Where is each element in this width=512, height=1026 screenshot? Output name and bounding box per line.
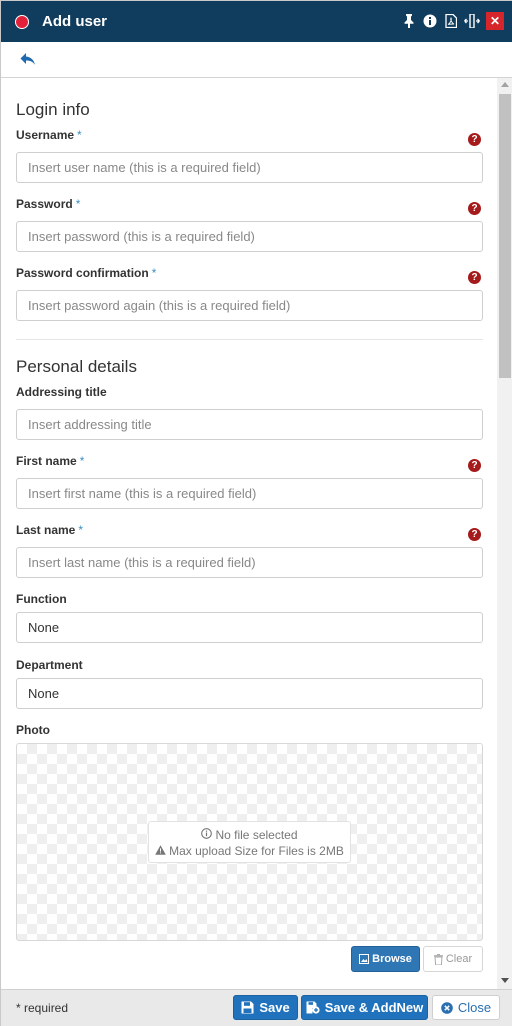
password-confirmation-label: Password confirmation * xyxy=(16,266,156,280)
username-label: Username * xyxy=(16,128,82,142)
dialog-title: Add user xyxy=(42,13,108,30)
save-button[interactable]: Save xyxy=(233,995,298,1020)
department-select[interactable]: None xyxy=(16,678,483,709)
question-circle-icon[interactable]: ? xyxy=(468,202,481,215)
required-star: * xyxy=(75,197,81,211)
add-user-dialog: Add user ✕ Login info Username* ? Passwo… xyxy=(0,0,512,1026)
scroll-down-arrow-icon[interactable] xyxy=(501,978,509,983)
password-input[interactable] xyxy=(16,221,483,252)
function-select[interactable]: None xyxy=(16,612,483,643)
addressing-title-input[interactable] xyxy=(16,409,483,440)
warning-icon xyxy=(155,843,166,859)
max-size-line: Max upload Size for Files is 2MB xyxy=(149,843,350,859)
section-title-login-info: Login info xyxy=(16,100,90,119)
last-name-label: Last name * xyxy=(16,523,83,537)
question-circle-icon[interactable]: ? xyxy=(468,133,481,146)
clear-button[interactable]: Clear xyxy=(423,946,483,972)
photo-preview-area[interactable]: No file selected Max upload Size for Fil… xyxy=(16,743,483,941)
dialog-toolbar xyxy=(1,42,512,78)
no-file-text: No file selected xyxy=(215,828,298,842)
scrollbar-thumb[interactable] xyxy=(499,94,511,378)
username-label-text: Username xyxy=(16,128,75,142)
section-divider xyxy=(16,339,483,340)
scroll-up-arrow-icon[interactable] xyxy=(501,82,509,87)
close-label: Close xyxy=(457,1000,492,1015)
close-button[interactable]: Close xyxy=(432,995,500,1020)
times-circle-icon xyxy=(441,1001,453,1014)
last-name-input[interactable] xyxy=(16,547,483,578)
required-star: * xyxy=(77,128,82,142)
addressing-title-label: Addressing title xyxy=(16,385,107,399)
floppy-disk-icon xyxy=(241,1001,254,1014)
required-note: * required xyxy=(16,1001,69,1015)
required-star: * xyxy=(79,454,85,468)
question-circle-icon[interactable]: ? xyxy=(468,271,481,284)
save-addnew-button[interactable]: Save & AddNew xyxy=(301,995,428,1020)
first-name-input[interactable] xyxy=(16,478,483,509)
question-circle-icon[interactable]: ? xyxy=(468,459,481,472)
resize-icon[interactable] xyxy=(463,12,481,30)
username-input[interactable] xyxy=(16,152,483,183)
pin-icon[interactable] xyxy=(400,12,418,30)
last-name-label-text: Last name xyxy=(16,523,76,537)
browse-label: Browse xyxy=(372,953,412,965)
department-label: Department xyxy=(16,658,83,672)
first-name-label: First name * xyxy=(16,454,84,468)
question-circle-icon[interactable]: ? xyxy=(468,528,481,541)
required-star: * xyxy=(151,266,157,280)
required-star: * xyxy=(78,523,84,537)
save-label: Save xyxy=(259,1000,290,1015)
record-dot-icon xyxy=(15,15,29,29)
close-icon[interactable]: ✕ xyxy=(486,12,504,30)
password-confirmation-input[interactable] xyxy=(16,290,483,321)
max-size-text: Max upload Size for Files is 2MB xyxy=(169,844,344,858)
section-title-personal-details: Personal details xyxy=(16,357,137,376)
save-addnew-label: Save & AddNew xyxy=(324,1000,424,1015)
first-name-label-text: First name xyxy=(16,454,77,468)
password-label-text: Password xyxy=(16,197,73,211)
info-circle-icon xyxy=(201,827,213,843)
no-file-line: No file selected xyxy=(149,827,350,843)
vertical-scrollbar[interactable] xyxy=(497,78,512,989)
photo-label: Photo xyxy=(16,723,50,737)
photo-info-box: No file selected Max upload Size for Fil… xyxy=(148,821,351,863)
save-add-icon xyxy=(306,1001,320,1014)
dialog-footer: * required Save Save & AddNew Close xyxy=(1,989,512,1026)
clear-label: Clear xyxy=(445,953,473,965)
form-content: Login info Username* ? Password* ? Passw… xyxy=(1,78,497,989)
trash-icon xyxy=(433,953,443,965)
function-label: Function xyxy=(16,592,67,606)
password-label: Password * xyxy=(16,197,80,211)
info-icon[interactable] xyxy=(421,12,439,30)
browse-button[interactable]: Browse xyxy=(351,946,420,972)
title-bar: Add user ✕ xyxy=(1,1,512,42)
password-confirmation-label-text: Password confirmation xyxy=(16,266,149,280)
image-file-icon xyxy=(359,954,370,964)
pdf-icon[interactable] xyxy=(442,12,460,30)
reply-arrow-icon[interactable] xyxy=(19,51,39,69)
